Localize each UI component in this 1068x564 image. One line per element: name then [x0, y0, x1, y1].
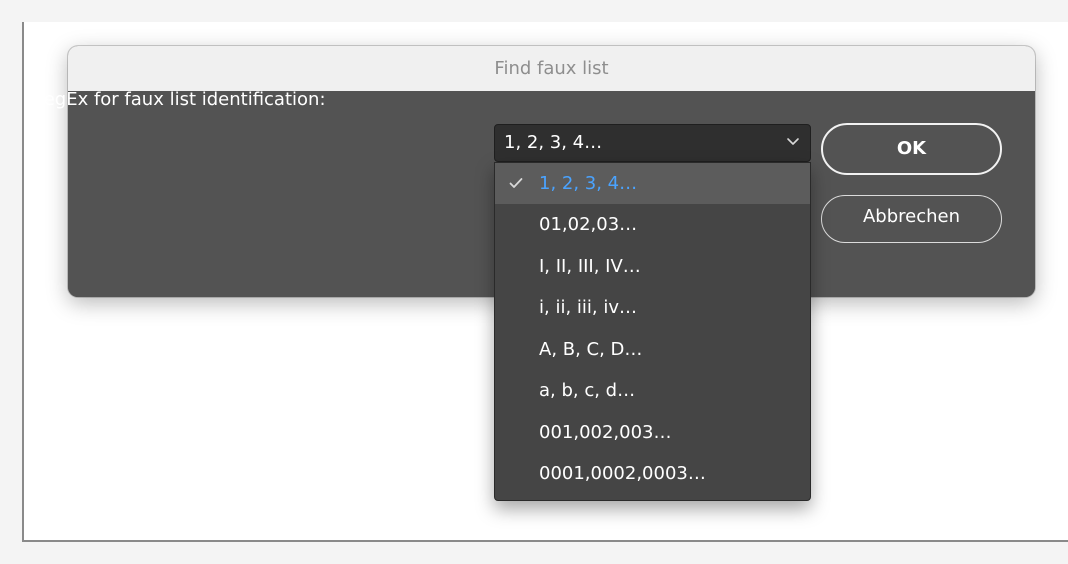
dropdown-option-label: A, B, C, D…: [539, 339, 643, 360]
dropdown-option-8[interactable]: 0001,0002,0003…: [495, 453, 810, 494]
regex-dropdown-menu: 1, 2, 3, 4… 01,02,03… I, II, III, IV… i,…: [494, 162, 811, 501]
checkmark-icon: [509, 178, 523, 188]
regex-select[interactable]: 1, 2, 3, 4…: [494, 124, 811, 162]
dropdown-option-label: 01,02,03…: [539, 214, 638, 235]
dropdown-option-label: 001,002,003…: [539, 422, 672, 443]
dropdown-option-3[interactable]: I, II, III, IV…: [495, 246, 810, 287]
dropdown-option-label: i, ii, iii, iv…: [539, 297, 637, 318]
dialog-title: Find faux list: [68, 46, 1035, 92]
cancel-button[interactable]: Abbrechen: [821, 195, 1002, 243]
dropdown-option-label: 1, 2, 3, 4…: [539, 173, 638, 194]
regex-label: RegEx for faux list identification:: [32, 89, 326, 110]
dropdown-option-label: I, II, III, IV…: [539, 256, 641, 277]
dropdown-option-5[interactable]: A, B, C, D…: [495, 329, 810, 370]
dropdown-option-2[interactable]: 01,02,03…: [495, 204, 810, 245]
chevron-down-icon: [787, 138, 799, 145]
dropdown-option-label: 0001,0002,0003…: [539, 463, 706, 484]
ok-button[interactable]: OK: [821, 123, 1002, 175]
dropdown-option-7[interactable]: 001,002,003…: [495, 412, 810, 453]
dropdown-option-1[interactable]: 1, 2, 3, 4…: [495, 163, 810, 204]
dropdown-option-4[interactable]: i, ii, iii, iv…: [495, 287, 810, 328]
screenshot-background: Find faux list RegEx for faux list ident…: [0, 0, 1068, 564]
regex-select-value: 1, 2, 3, 4…: [504, 132, 603, 153]
dropdown-option-label: a, b, c, d…: [539, 380, 636, 401]
dropdown-option-6[interactable]: a, b, c, d…: [495, 370, 810, 411]
